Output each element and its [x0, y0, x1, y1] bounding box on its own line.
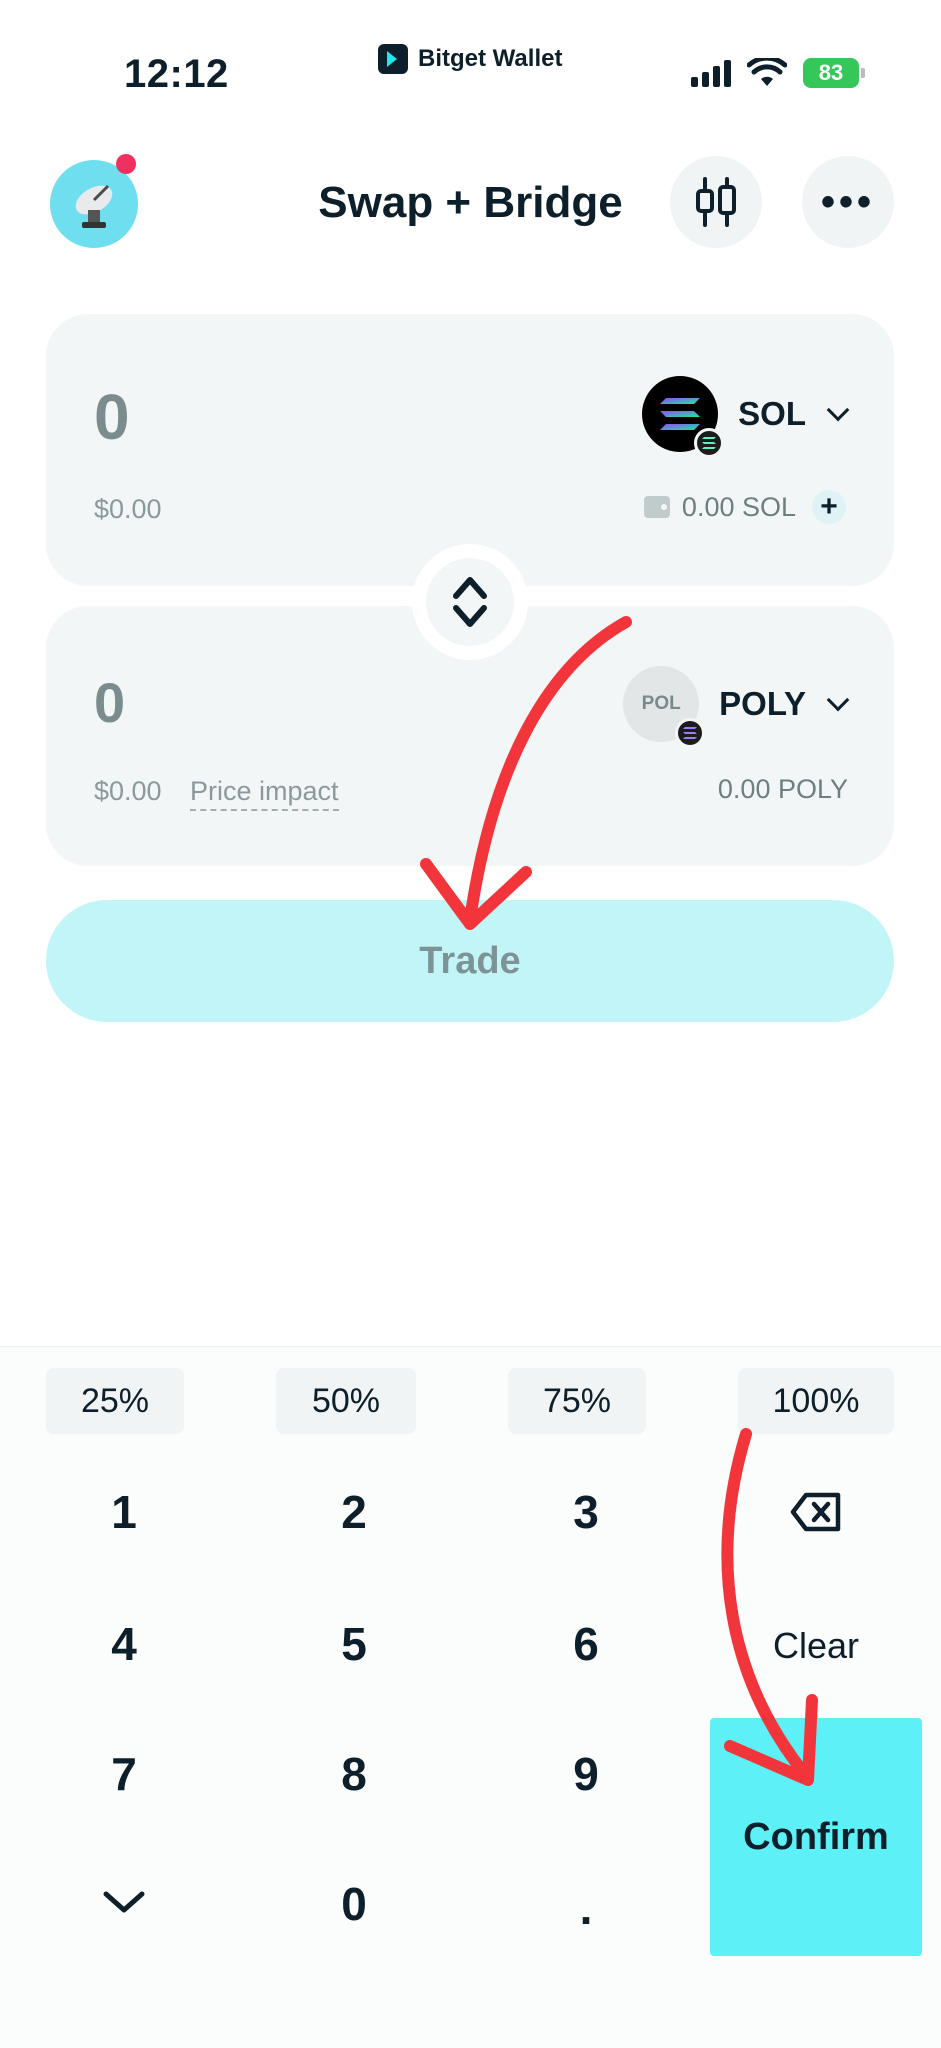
backspace-key[interactable]: [716, 1462, 916, 1562]
percent-25-button[interactable]: 25%: [46, 1368, 184, 1434]
trade-button[interactable]: Trade: [46, 900, 894, 1022]
key-3[interactable]: 3: [486, 1462, 686, 1562]
from-amount[interactable]: 0: [94, 380, 130, 454]
swap-direction-button[interactable]: [412, 544, 528, 660]
clear-key[interactable]: Clear: [716, 1596, 916, 1696]
add-funds-button[interactable]: +: [812, 490, 846, 524]
to-token-selector[interactable]: POL POLY: [623, 666, 850, 748]
brand-name: Bitget Wallet: [418, 45, 563, 72]
from-token-selector[interactable]: SOL: [642, 376, 850, 458]
swap-arrows-icon: [453, 577, 487, 627]
wallet-icon: [643, 496, 670, 518]
key-6[interactable]: 6: [486, 1594, 686, 1694]
key-4[interactable]: 4: [24, 1594, 224, 1694]
from-balance-value: 0.00 SOL: [681, 491, 796, 522]
to-amount: 0: [94, 671, 126, 734]
more-icon: •••: [820, 179, 875, 224]
candlestick-chart-icon: [696, 177, 736, 227]
percent-50-button[interactable]: 50%: [276, 1368, 416, 1434]
to-balance: 0.00 POLY: [717, 774, 848, 804]
notification-dot: [116, 154, 136, 174]
percent-100-button[interactable]: 100%: [738, 1368, 894, 1434]
price-impact-link[interactable]: Price impact: [190, 776, 339, 811]
confirm-button[interactable]: Confirm: [710, 1718, 922, 1956]
battery-icon: 83: [803, 58, 865, 88]
key-8[interactable]: 8: [254, 1724, 454, 1824]
cellular-signal-icon: [691, 59, 731, 87]
key-0[interactable]: 0: [254, 1854, 454, 1954]
chevron-down-icon: [103, 1891, 145, 1913]
chart-button[interactable]: [670, 156, 762, 248]
from-token-symbol: SOL: [738, 395, 806, 432]
key-9[interactable]: 9: [486, 1724, 686, 1824]
backspace-icon: [790, 1492, 841, 1532]
percent-75-button[interactable]: 75%: [508, 1368, 646, 1434]
key-decimal[interactable]: .: [486, 1858, 686, 1958]
key-2[interactable]: 2: [254, 1462, 454, 1562]
key-7[interactable]: 7: [24, 1724, 224, 1824]
more-options-button[interactable]: •••: [802, 156, 894, 248]
solana-chain-icon: [694, 428, 725, 458]
status-indicators: 83: [691, 58, 865, 88]
to-token-symbol: POLY: [719, 685, 806, 722]
page-title: Swap + Bridge: [318, 178, 623, 227]
chevron-down-icon: [826, 398, 850, 422]
poly-token-icon: POL: [623, 666, 706, 748]
key-1[interactable]: 1: [24, 1462, 224, 1562]
bitget-logo-icon: [378, 44, 408, 74]
solana-chain-icon: [675, 718, 706, 748]
poly-token-icon-text: POL: [641, 693, 681, 714]
hide-keypad-key[interactable]: [24, 1852, 224, 1952]
from-balance: 0.00 SOL +: [643, 490, 846, 524]
from-usd-value: $0.00: [94, 494, 162, 524]
status-time: 12:12: [124, 52, 229, 96]
chevron-down-icon: [826, 688, 850, 712]
key-5[interactable]: 5: [254, 1594, 454, 1694]
to-usd-value: $0.00: [94, 776, 162, 806]
wifi-icon: [747, 58, 787, 86]
sol-token-icon: [642, 376, 725, 458]
status-brand: Bitget Wallet: [378, 44, 562, 74]
